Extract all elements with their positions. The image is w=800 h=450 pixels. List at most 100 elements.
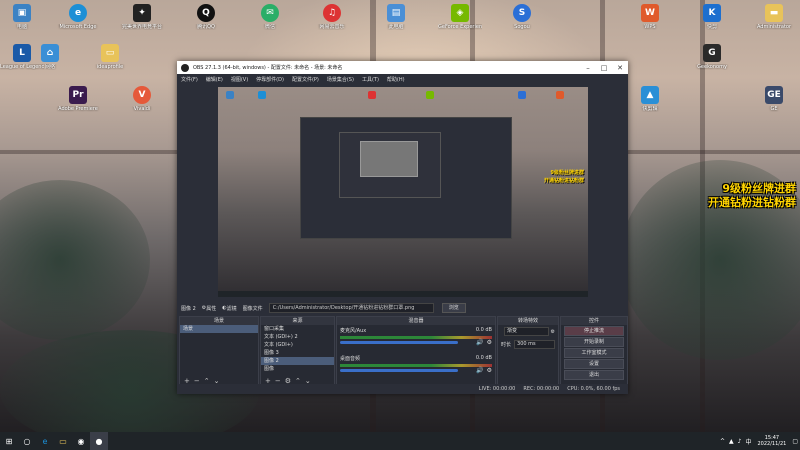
source-item[interactable]: 窗口采集 xyxy=(261,325,334,333)
menu-tools[interactable]: 工具(T) xyxy=(362,76,379,83)
desktop-icon[interactable]: Q 腾讯QQ xyxy=(184,4,228,30)
desktop-icon[interactable]: S Sogou xyxy=(500,4,544,30)
mixer-channel: 桌面音频 0.0 dB 🔊 ⚙ xyxy=(337,353,495,381)
gear-icon[interactable]: ⚙ xyxy=(487,339,492,346)
notification-icon[interactable]: ▢ xyxy=(792,438,798,445)
obs-preview[interactable]: 9级粉丝牌进群 开通钻粉进钻粉群 xyxy=(218,87,588,297)
desktop-icon[interactable]: V Vivaldi xyxy=(120,86,164,112)
browse-button[interactable]: 浏览 xyxy=(441,303,466,313)
mixer-channel-db: 0.0 dB xyxy=(475,327,492,333)
desktop-icon-label: 完美世界电竞平台 xyxy=(121,24,162,30)
geforce-icon: ◈ xyxy=(451,4,469,22)
folder-icon[interactable]: ▭ xyxy=(54,432,72,450)
desktop-icon[interactable]: W WPS xyxy=(628,4,672,30)
desktop-icon[interactable]: Pr Adobe Premiere xyxy=(56,86,100,112)
filters-button[interactable]: 滤镜 xyxy=(227,305,237,312)
volume-slider[interactable] xyxy=(340,341,458,344)
desktop: ▣ 电脑 e Microsoft Edge ✦ 完美世界电竞平台 Q 腾讯QQ … xyxy=(0,0,800,432)
source-item[interactable]: 文本 (GDI+) 2 xyxy=(261,333,334,341)
steam-icon[interactable]: ◉ xyxy=(72,432,90,450)
menu-edit[interactable]: 编辑(E) xyxy=(206,76,223,83)
obs-window: OBS 27.1.3 (64-bit, windows) - 配置文件: 未命名… xyxy=(177,61,628,394)
properties-button[interactable]: 属性 xyxy=(206,305,216,312)
mixer-dock: 混音器 麦克风/Aux 0.0 dB 🔊 ⚙ 桌面音频 0.0 dB 🔊 ⚙ xyxy=(336,316,496,386)
duration-field[interactable]: 300 ms xyxy=(514,340,555,349)
controls-dock: 控件 停止推流 开始录制 工作室模式 设置 退出 xyxy=(560,316,628,386)
network-icon[interactable]: ▲ xyxy=(729,438,734,445)
menu-help[interactable]: 帮助(H) xyxy=(387,76,405,83)
obs-icon[interactable]: ● xyxy=(90,432,108,450)
source-item[interactable]: 图像 xyxy=(261,365,334,373)
wps-icon: W xyxy=(641,4,659,22)
gear-icon[interactable]: ⚙ xyxy=(551,329,555,335)
desktop-icon-label: WPS xyxy=(644,24,656,30)
desktop-icon[interactable]: ▤ 此电脑 xyxy=(374,4,418,30)
desktop-icon[interactable]: GE GE xyxy=(752,86,796,112)
scene-item[interactable]: 场景 xyxy=(180,325,258,333)
maximize-icon[interactable]: □ xyxy=(596,64,612,72)
stop-streaming-button[interactable]: 停止推流 xyxy=(564,326,624,336)
windows-start-icon[interactable]: ⊞ xyxy=(0,432,18,450)
preview-nested-obs-3 xyxy=(360,141,418,177)
desktop-icon-label: Geekonomy xyxy=(697,64,727,70)
preview-promo-line2: 开通钻粉进钻粉群 xyxy=(543,178,584,184)
wechat-icon: ✉ xyxy=(261,4,279,22)
source-item[interactable]: 图像 3 xyxy=(261,349,334,357)
speaker-icon[interactable]: 🔊 xyxy=(476,367,483,374)
edge-icon[interactable]: e xyxy=(36,432,54,450)
geek-icon: G xyxy=(703,44,721,62)
close-icon[interactable]: ✕ xyxy=(612,64,628,72)
minimize-icon[interactable]: – xyxy=(580,64,596,72)
settings-button[interactable]: 设置 xyxy=(564,359,624,369)
preview-desktop-icon xyxy=(556,91,564,99)
desktop-icon[interactable]: K 快剪 xyxy=(690,4,734,30)
obs-window-title: OBS 27.1.3 (64-bit, windows) - 配置文件: 未命名… xyxy=(193,65,343,71)
menu-file[interactable]: 文件(F) xyxy=(181,76,198,83)
gear-icon[interactable]: ⚙ xyxy=(487,367,492,374)
mixer-channel-name: 桌面音频 xyxy=(340,356,361,362)
studio-mode-button[interactable]: 工作室模式 xyxy=(564,348,624,358)
user-folder-icon: ▬ xyxy=(765,4,783,22)
menu-view[interactable]: 视图(V) xyxy=(231,76,248,83)
image-file-label: 图像文件 xyxy=(242,305,263,312)
chevron-up-icon[interactable]: ^ xyxy=(720,438,725,445)
transitions-dock-title: 转场特效 xyxy=(498,317,558,325)
transition-select[interactable]: 渐变 xyxy=(504,327,549,336)
ime-icon[interactable]: 中 xyxy=(745,437,751,446)
menu-scene-collection[interactable]: 场景集合(S) xyxy=(327,76,354,83)
desktop-icon[interactable]: ▣ 电脑 xyxy=(0,4,44,30)
desktop-icon[interactable]: ✦ 完美世界电竞平台 xyxy=(120,4,164,30)
volume-icon[interactable]: ♪ xyxy=(738,438,742,445)
desktop-icon-label: 此电脑 xyxy=(388,24,404,30)
desktop-icon-label: Vivaldi xyxy=(133,106,151,112)
volume-slider[interactable] xyxy=(340,369,458,372)
desktop-icon[interactable]: ▬ Administrator xyxy=(752,4,796,30)
desktop-icon-label: GE xyxy=(770,106,778,112)
image-path-field[interactable]: C:/Users/Administrator/Desktop/开通钻粉进钻粉群口… xyxy=(268,303,434,313)
desktop-icon[interactable]: ▭ ideaprofile xyxy=(88,44,132,70)
start-recording-button[interactable]: 开始录制 xyxy=(564,337,624,347)
source-item[interactable]: 文本 (GDI+) xyxy=(261,341,334,349)
source-item[interactable]: 图像 2 xyxy=(261,357,334,365)
menu-profile[interactable]: 配置文件(P) xyxy=(292,76,319,83)
desktop-icon[interactable]: ⌂ 网络 xyxy=(28,44,72,70)
exit-button[interactable]: 退出 xyxy=(564,370,624,380)
computer-icon: ▣ xyxy=(13,4,31,22)
mixer-channel: 麦克风/Aux 0.0 dB 🔊 ⚙ xyxy=(337,325,495,353)
desktop-icon[interactable]: ▲ 快剪辑 xyxy=(628,86,672,112)
search-icon[interactable]: ○ xyxy=(18,432,36,450)
clock[interactable]: 15:47 2022/11/21 xyxy=(758,435,787,447)
kuaijianji-icon: ▲ xyxy=(641,86,659,104)
desktop-icon[interactable]: G Geekonomy xyxy=(690,44,734,70)
desktop-icon[interactable]: e Microsoft Edge xyxy=(56,4,100,30)
preview-desktop-icon xyxy=(426,91,434,99)
live-status: LIVE: 00:00:00 xyxy=(478,386,516,392)
desktop-icon-label: 网络 xyxy=(44,64,55,70)
speaker-icon[interactable]: 🔊 xyxy=(476,339,483,346)
desktop-icon[interactable]: ♫ 网易云音乐 xyxy=(310,4,354,30)
obs-title-bar[interactable]: OBS 27.1.3 (64-bit, windows) - 配置文件: 未命名… xyxy=(177,61,628,74)
menu-docks[interactable]: 停靠部件(D) xyxy=(256,76,284,83)
desktop-icon[interactable]: ✉ 微信 xyxy=(248,4,292,30)
desktop-icon-label: Microsoft Edge xyxy=(59,24,97,30)
desktop-icon[interactable]: ◈ GeForce Experience xyxy=(438,4,482,30)
